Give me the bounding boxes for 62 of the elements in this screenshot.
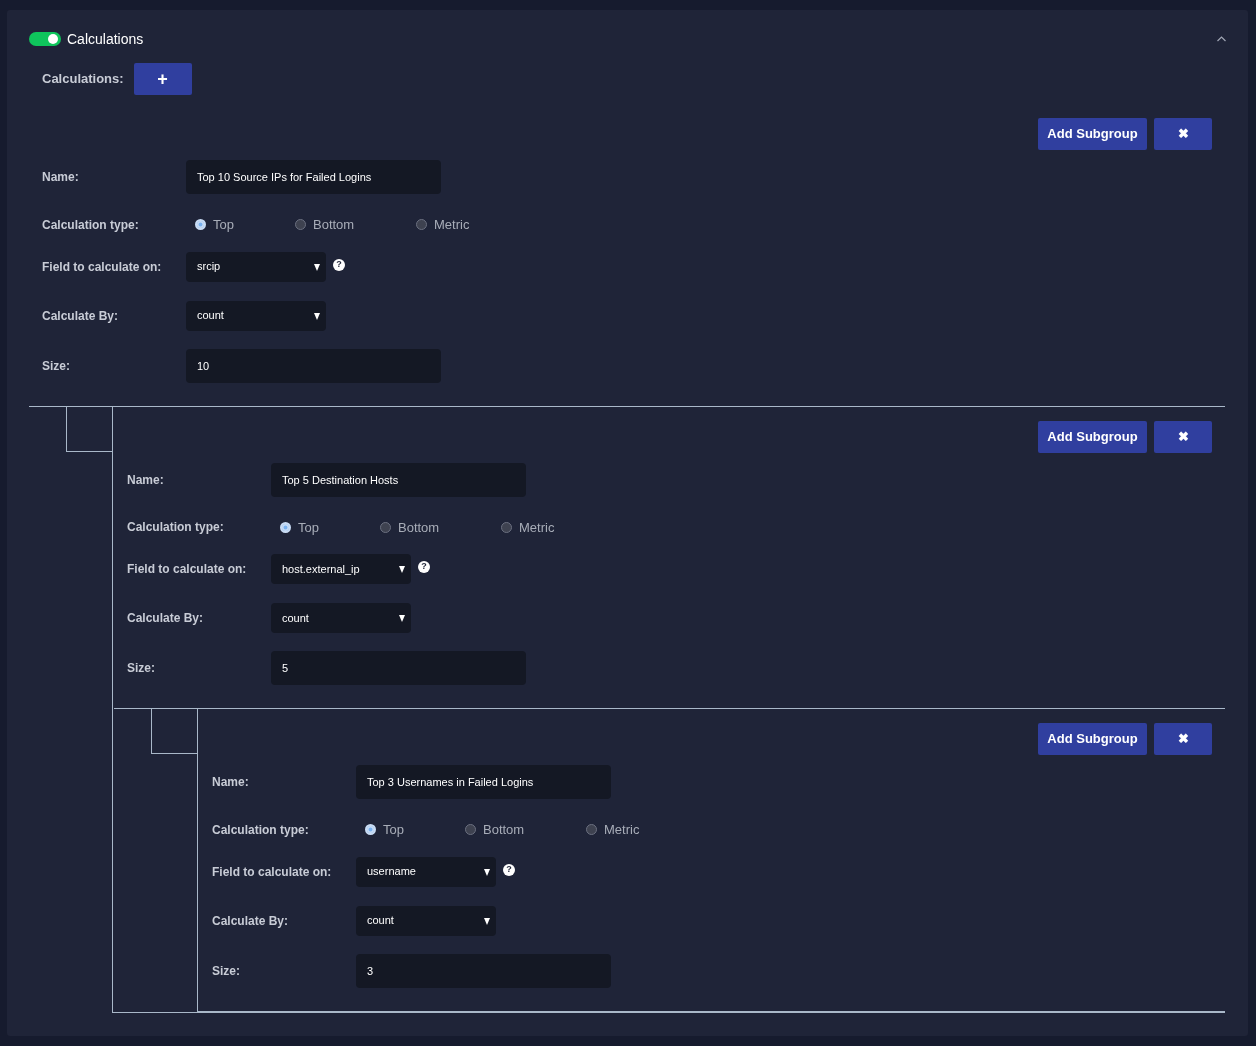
dropdown-select[interactable]: srcip	[186, 251, 326, 282]
name-input[interactable]: Top 5 Destination Hosts	[271, 462, 526, 497]
field-label: Field to calculate on:	[127, 561, 248, 578]
field-label: Size:	[212, 962, 241, 980]
radio-button[interactable]	[295, 219, 306, 231]
help-button[interactable]: ?	[418, 561, 430, 573]
field-label: Field to calculate on:	[42, 258, 163, 276]
dropdown-select[interactable]: count	[356, 905, 496, 936]
add-label: Calculations:	[42, 70, 124, 89]
field-label: Field to calculate on:	[212, 863, 333, 881]
help-button[interactable]: ?	[333, 258, 345, 271]
radio-option[interactable]: Metric	[577, 820, 677, 840]
caret-icon	[314, 311, 320, 320]
toggle-switch[interactable]	[29, 32, 61, 46]
caret-icon	[399, 565, 405, 573]
caret-icon	[484, 867, 490, 876]
dropdown-select[interactable]: count	[186, 300, 326, 331]
size-input[interactable]: 3	[356, 953, 611, 988]
field-label: Calculation type:	[127, 519, 225, 537]
size-input[interactable]: 10	[186, 348, 441, 383]
dropdown-select[interactable]: username	[356, 856, 496, 887]
radio-option[interactable]: Bottom	[286, 215, 407, 235]
field-label: Calculation type:	[212, 821, 310, 839]
help-button[interactable]: ?	[503, 863, 515, 876]
radio-option[interactable]: Top	[271, 517, 371, 537]
radio-option[interactable]: Top	[186, 215, 286, 235]
field-label: Name:	[42, 169, 80, 186]
size-input[interactable]: 5	[271, 651, 526, 685]
radio-button[interactable]	[380, 521, 391, 533]
radio-option[interactable]: Metric	[492, 517, 592, 537]
field-label: Size:	[127, 660, 156, 677]
section-title: Calculations	[67, 29, 144, 49]
radio-option[interactable]: Top	[356, 820, 456, 840]
name-input[interactable]: Top 10 Source IPs for Failed Logins	[186, 160, 441, 194]
add-button[interactable]: +	[133, 63, 192, 95]
caret-icon	[484, 916, 490, 925]
name-input[interactable]: Top 3 Usernames in Failed Logins	[356, 765, 611, 799]
caret-icon	[314, 262, 320, 271]
radio-button[interactable]	[465, 824, 476, 836]
dropdown-select[interactable]: count	[271, 603, 411, 633]
radio-button[interactable]	[586, 824, 597, 836]
add-subgroup-button[interactable]: Add Subgroup	[1038, 723, 1147, 755]
radio-option[interactable]: Metric	[407, 215, 507, 235]
add-subgroup-button[interactable]: Add Subgroup	[1038, 118, 1147, 150]
field-label: Name:	[212, 774, 250, 791]
field-label: Calculate By:	[127, 610, 205, 627]
remove-button[interactable]: ✖	[1154, 420, 1212, 453]
collapse-chevron-icon[interactable]	[1217, 36, 1226, 42]
caret-icon	[399, 614, 405, 622]
field-label: Calculate By:	[42, 307, 120, 325]
radio-button[interactable]	[501, 521, 512, 533]
field-label: Name:	[127, 471, 165, 489]
radio-button[interactable]	[416, 219, 427, 231]
radio-option[interactable]: Bottom	[371, 517, 492, 537]
add-subgroup-button[interactable]: Add Subgroup	[1038, 420, 1147, 453]
field-label: Size:	[42, 357, 71, 375]
radio-option[interactable]: Bottom	[456, 820, 577, 840]
dropdown-select[interactable]: host.external_ip	[271, 554, 411, 584]
field-label: Calculation type:	[42, 216, 140, 234]
field-label: Calculate By:	[212, 912, 290, 930]
remove-button[interactable]: ✖	[1154, 723, 1212, 755]
remove-button[interactable]: ✖	[1154, 118, 1212, 150]
